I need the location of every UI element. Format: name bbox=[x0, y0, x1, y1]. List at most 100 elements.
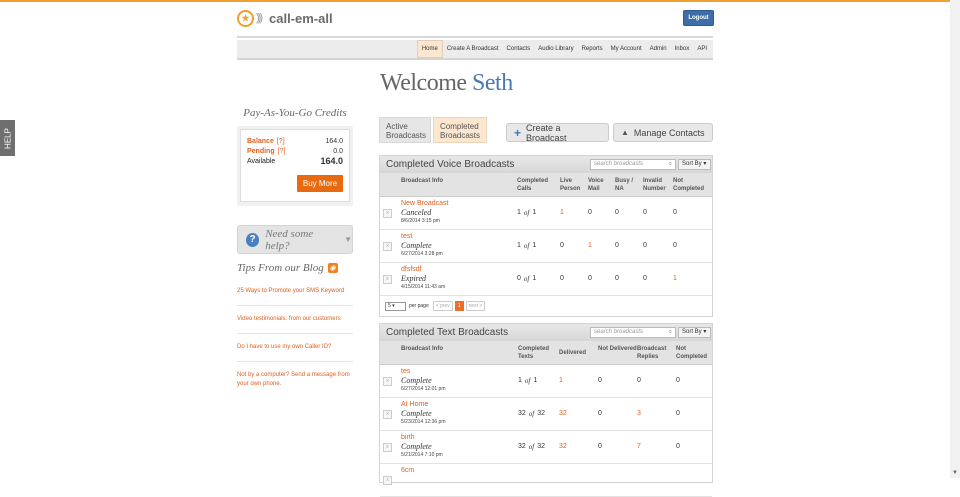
nav-reports[interactable]: Reports bbox=[578, 40, 607, 58]
main-nav: Home Create A Broadcast Contacts Audio L… bbox=[237, 40, 713, 60]
col-broadcast-replies[interactable]: Broadcast Replies bbox=[637, 341, 676, 364]
search-icon[interactable]: ⌕ bbox=[669, 160, 672, 169]
completed-a: 1 bbox=[518, 377, 522, 384]
scrollbar[interactable]: ▼ bbox=[950, 0, 960, 478]
buy-more-button[interactable]: Buy More bbox=[297, 175, 343, 192]
blog-tip-link[interactable]: Not by a computer? Send a message from y… bbox=[237, 361, 353, 398]
broadcast-name-link[interactable]: tes bbox=[401, 367, 518, 376]
broadcast-name-link[interactable]: At Home bbox=[401, 400, 518, 409]
col-not-completed[interactable]: Not Completed bbox=[676, 341, 712, 364]
voice-panel-header: Completed Voice Broadcasts search broadc… bbox=[380, 156, 712, 173]
prev-page-button[interactable]: < prev bbox=[432, 301, 453, 311]
help-dropdown[interactable]: ? Need some help? ▼ bbox=[237, 225, 353, 254]
row-checkbox[interactable]: x bbox=[383, 275, 392, 284]
cell-not-delivered bbox=[598, 464, 637, 495]
scroll-down-arrow-icon[interactable]: ▼ bbox=[952, 470, 958, 476]
nav-my-account[interactable]: My Account bbox=[607, 40, 646, 58]
cell-vm[interactable]: 1 bbox=[588, 230, 615, 261]
broadcast-status: Complete bbox=[401, 241, 432, 250]
tips-title-text: Tips From our Blog bbox=[237, 262, 324, 274]
of-word: of bbox=[523, 208, 530, 217]
cell-not-delivered: 0 bbox=[598, 410, 602, 417]
row-checkbox[interactable]: x bbox=[383, 443, 392, 452]
blog-tip-link[interactable]: Video testimonials: from our customers bbox=[237, 305, 353, 333]
text-search-input[interactable]: search broadcasts ⌕ bbox=[590, 327, 676, 338]
cell-delivered[interactable]: 1 bbox=[559, 365, 598, 396]
col-completed-calls[interactable]: Completed Calls bbox=[517, 173, 560, 196]
of-word: of bbox=[528, 442, 535, 451]
voice-search-input[interactable]: search broadcasts ⌕ bbox=[590, 159, 676, 170]
cell-not-completed[interactable]: 1 bbox=[673, 263, 711, 294]
manage-contacts-button[interactable]: ▲ Manage Contacts bbox=[613, 123, 713, 142]
nav-inbox[interactable]: Inbox bbox=[671, 40, 694, 58]
blog-tip-link[interactable]: 25 Ways to Promote your SMS Keyword bbox=[237, 278, 353, 305]
nav-audio-library[interactable]: Audio Library bbox=[534, 40, 577, 58]
help-side-tab[interactable]: HELP bbox=[0, 120, 15, 156]
current-page[interactable]: 1 bbox=[454, 301, 464, 311]
cell-live[interactable]: 1 bbox=[560, 197, 588, 228]
col-voice-mail[interactable]: Voice Mail bbox=[588, 173, 615, 196]
broadcast-name-link[interactable]: New Broadcast bbox=[401, 199, 517, 208]
col-invalid-number[interactable]: Invalid Number bbox=[643, 173, 673, 196]
blog-tip-link[interactable]: Do I have to use my own Caller ID? bbox=[237, 333, 353, 361]
completed-count: 32 of 32 bbox=[518, 398, 559, 429]
voice-panel-title: Completed Voice Broadcasts bbox=[386, 159, 515, 170]
cell-delivered[interactable]: 32 bbox=[559, 431, 598, 462]
per-page-select[interactable]: 5 ▾ bbox=[385, 301, 406, 311]
nav-home[interactable]: Home bbox=[416, 40, 443, 58]
create-broadcast-button[interactable]: + Create a Broadcast bbox=[506, 122, 609, 143]
next-page-button[interactable]: next > bbox=[465, 301, 486, 311]
logo-name: call-em-all bbox=[269, 10, 333, 26]
col-broadcast-info[interactable]: Broadcast Info bbox=[401, 173, 517, 196]
col-completed-texts[interactable]: Completed Texts bbox=[518, 341, 559, 364]
broadcast-status: Canceled bbox=[401, 208, 432, 217]
logout-button[interactable]: Logout bbox=[683, 10, 714, 26]
cell-invalid: 0 bbox=[643, 209, 647, 216]
text-panel-header: Completed Text Broadcasts search broadca… bbox=[380, 324, 712, 341]
table-row: x At Home Complete 5/23/2014 12:36 pm 32 of 32… bbox=[380, 398, 712, 431]
text-column-header: Broadcast Info Completed Texts Delivered… bbox=[380, 341, 712, 365]
pending-help-link[interactable]: [?] bbox=[278, 148, 286, 155]
cell-replies[interactable]: 3 bbox=[637, 398, 676, 429]
logo[interactable]: ★ ))) call-em-all bbox=[237, 8, 333, 28]
balance-help-link[interactable]: [?] bbox=[277, 138, 285, 145]
tab-completed-broadcasts[interactable]: Completed Broadcasts bbox=[433, 117, 487, 143]
broadcast-name-link[interactable]: test bbox=[401, 232, 517, 241]
row-checkbox[interactable]: x bbox=[383, 410, 392, 419]
broadcast-date: 5/23/2014 12:36 pm bbox=[401, 419, 446, 425]
nav-create-broadcast[interactable]: Create A Broadcast bbox=[443, 40, 503, 58]
text-sort-select[interactable]: Sort By ▾ bbox=[678, 327, 711, 338]
welcome-prefix: Welcome bbox=[380, 70, 473, 96]
col-live-person[interactable]: Live Person bbox=[560, 173, 588, 196]
broadcast-tabs: Active Broadcasts Completed Broadcasts bbox=[379, 117, 487, 143]
completed-b: 1 bbox=[532, 209, 537, 216]
nav-api[interactable]: API bbox=[693, 40, 711, 58]
nav-contacts[interactable]: Contacts bbox=[503, 40, 535, 58]
row-checkbox[interactable]: x bbox=[383, 377, 392, 386]
create-broadcast-label: Create a Broadcast bbox=[526, 122, 567, 143]
nav-admin[interactable]: Admin bbox=[646, 40, 671, 58]
sidebar: Pay-As-You-Go Credits Balance [?] 164.0 P… bbox=[237, 100, 353, 398]
logo-waves-icon: ))) bbox=[256, 12, 263, 24]
cell-replies[interactable]: 7 bbox=[637, 431, 676, 462]
col-busy-na[interactable]: Busy / NA bbox=[615, 173, 643, 196]
row-checkbox[interactable]: x bbox=[383, 476, 392, 485]
completed-b: 32 bbox=[537, 410, 546, 417]
cell-delivered[interactable]: 32 bbox=[559, 398, 598, 429]
row-checkbox[interactable]: x bbox=[383, 209, 392, 218]
search-icon[interactable]: ⌕ bbox=[669, 328, 672, 337]
broadcast-name-link[interactable]: birth bbox=[401, 433, 518, 442]
voice-sort-select[interactable]: Sort By ▾ bbox=[678, 159, 711, 170]
voice-sort-label: Sort By bbox=[682, 161, 702, 167]
broadcast-name-link[interactable]: dfsfsdf bbox=[401, 265, 517, 274]
row-checkbox[interactable]: x bbox=[383, 242, 392, 251]
col-broadcast-info[interactable]: Broadcast Info bbox=[401, 341, 518, 364]
col-delivered[interactable]: Delivered bbox=[559, 341, 598, 364]
broadcast-name-link[interactable]: 6cm bbox=[401, 466, 518, 475]
credits-title: Pay-As-You-Go Credits bbox=[243, 107, 347, 119]
tab-active-broadcasts[interactable]: Active Broadcasts bbox=[379, 117, 431, 143]
col-not-delivered[interactable]: Not Delivered bbox=[598, 341, 637, 364]
col-not-completed[interactable]: Not Completed bbox=[673, 173, 711, 196]
broadcast-info: 6cm bbox=[401, 464, 518, 478]
rss-icon[interactable]: ◉ bbox=[327, 263, 338, 273]
